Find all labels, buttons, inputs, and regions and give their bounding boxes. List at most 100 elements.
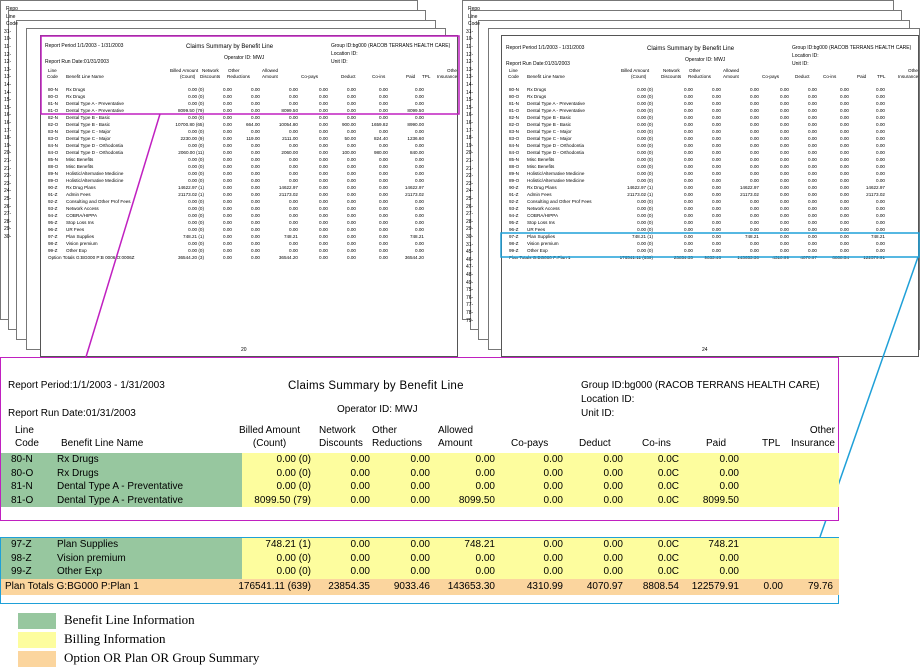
thumb-cell: 0.00 [712, 115, 721, 120]
stub-line-code: Code [6, 21, 18, 28]
thumb-cell: 0.00 [379, 171, 388, 176]
cell-deduct: 0.00 [603, 566, 623, 577]
thumb-cell: 0.00 (0) [188, 157, 204, 162]
thumb-cell: 0.00 [712, 101, 721, 106]
thumb-cell: 0.00 (0) [188, 94, 204, 99]
thumb-cell: 0.00 [251, 157, 260, 162]
thumb-cell: 0.00 [347, 199, 356, 204]
thumb-cell: Holistic/Alternative Medicine [527, 178, 585, 183]
thumb-operator: Operator ID: MWJ [685, 57, 726, 63]
thumb-cell: 0.00 [808, 234, 817, 239]
thumb-cell: 0.00 [379, 157, 388, 162]
thumb-run-date: Report Run Date:01/31/2003 [45, 59, 109, 65]
thumb-cell: 0.00 [223, 227, 232, 232]
report-page-thumbnail-right[interactable]: Report Period 1/1/2003 - 1/31/2003 Claim… [501, 35, 919, 357]
thumb-cell: 2111.00 [282, 136, 298, 141]
cell-copays: 0.00 [543, 481, 563, 492]
thumb-cell: 0.00 [780, 157, 789, 162]
thumb-cell: 14622.97 (1) [177, 185, 204, 190]
thumb-cell: 0.00 [750, 178, 759, 183]
cell-copays: 0.00 [543, 467, 563, 479]
thumb-row: 98-Z Vision premium 0.00 (0) 0.00 0.00 0.00 0.… [505, 241, 915, 248]
thumb-cell: Dental Type C - Major [527, 136, 572, 141]
cell-other: 0.00 [410, 481, 430, 492]
thumb-cell: 0.00 (0) [637, 143, 653, 148]
stub-line-code: 77- [466, 302, 474, 309]
thumb-cell: 0.00 [251, 178, 260, 183]
stub-line-code: 18- [4, 135, 12, 142]
thumb-cell: 0.00 [223, 185, 232, 190]
thumb-cell: 0.00 [684, 143, 693, 148]
thumb-cell: Admin Fees [527, 192, 552, 197]
thumb-cell: 0.00 [780, 185, 789, 190]
thumb-cell: 0.00 (0) [188, 227, 204, 232]
thumb-cell: 0.00 [415, 206, 424, 211]
thumb-cell: 0.00 [750, 108, 759, 113]
operator-id: Operator ID: MWJ [337, 404, 418, 415]
cell-allowed: 0.00 [475, 454, 495, 465]
thumb-cell: Rx Drugs [527, 87, 547, 92]
thumb-cell: Rx Drug Plans [527, 185, 557, 190]
thumb-cell: 0.00 [712, 129, 721, 134]
thumb-cell: 0.00 (0) [637, 157, 653, 162]
right-stack-stub-column: Repo Line Code 31- 10- 11- 12- 12- 13- 13- 14- 14- 1… [464, 6, 502, 336]
thumb-cell: 14622.97 [739, 185, 759, 190]
cell-other: 0.00 [410, 566, 430, 577]
thumb-cell: 0.00 [712, 234, 721, 239]
thumb-cell: 88-O [48, 164, 59, 169]
thumb-cell: 0.00 [750, 122, 759, 127]
thumb-cell: 0.00 [289, 115, 298, 120]
thumb-cell: 0.00 [251, 143, 260, 148]
col-code-label: Code [15, 438, 39, 449]
thumb-cell: 0.00 [223, 143, 232, 148]
thumb-cell: 0.00 [780, 234, 789, 239]
cell-allowed: 0.00 [475, 481, 495, 492]
thumb-cell: 80-O [509, 94, 520, 99]
thumb-cell: 0.00 [347, 192, 356, 197]
thumb-cell: 0.00 [319, 171, 328, 176]
thumb-cell: 0.00 [780, 227, 789, 232]
cell-paid: 0.00 [719, 481, 739, 492]
thumb-cell: 0.00 [251, 234, 260, 239]
thumb-cell: 0.00 (0) [637, 164, 653, 169]
cell-name: Rx Drugs [57, 454, 99, 465]
thumb-cell: 0.00 [840, 171, 849, 176]
thumb-cell: 0.00 [319, 115, 328, 120]
thumb-cell: 122579.91 [863, 255, 885, 260]
thumb-cell: 82-N [48, 115, 58, 120]
thumb-cell: 0.00 [319, 234, 328, 239]
thumb-cell: 83-N [48, 129, 58, 134]
col-coins: Co-ins [642, 438, 671, 449]
thumb-cell: 0.00 [289, 241, 298, 246]
thumb-cell: 0.00 (0) [637, 101, 653, 106]
thumb-cell: 36544.20 [278, 255, 298, 260]
thumb-cell: 0.00 [712, 213, 721, 218]
thumb-cell: 0.00 [289, 220, 298, 225]
stub-line-code: 10- [466, 36, 474, 43]
thumb-cell: 84-N [509, 143, 519, 148]
thumb-cell: 0.00 (0) [188, 129, 204, 134]
cell-copays: 0.00 [543, 552, 563, 564]
thumb-cell: UR Fees [527, 227, 546, 232]
thumb-cell: 748.21 [409, 234, 424, 239]
thumb-cell: 0.00 [876, 87, 885, 92]
cell-billed: 0.00 (0) [276, 552, 311, 564]
thumb-cell: 14622.97 (1) [626, 185, 653, 190]
thumb-cell: COBRA/HIPPA [66, 213, 98, 218]
thumb-cell: 0.00 [840, 241, 849, 246]
thumb-cell: 0.00 [289, 171, 298, 176]
thumb-cell: 0.00 (0) [188, 241, 204, 246]
stub-line-code: 12- [466, 59, 474, 66]
thumb-cell: 0.00 (0) [637, 213, 653, 218]
col-line-label: Line [15, 425, 34, 436]
stub-line-code: 21- [466, 165, 474, 172]
totals-other-insurance: 79.76 [807, 581, 833, 592]
stub-line-code: 14- [4, 82, 12, 88]
thumb-cell: 0.00 [415, 115, 424, 120]
report-page-thumbnail-left[interactable]: Report Period 1/1/2003 - 1/31/2003 Claim… [40, 35, 458, 357]
cell-deduct: 0.00 [603, 494, 623, 506]
stub-line-code: 21- [4, 158, 12, 164]
cell-code: 97-Z [11, 539, 32, 550]
thumb-cell: 0.00 [379, 178, 388, 183]
cell-allowed: 0.00 [475, 467, 495, 479]
